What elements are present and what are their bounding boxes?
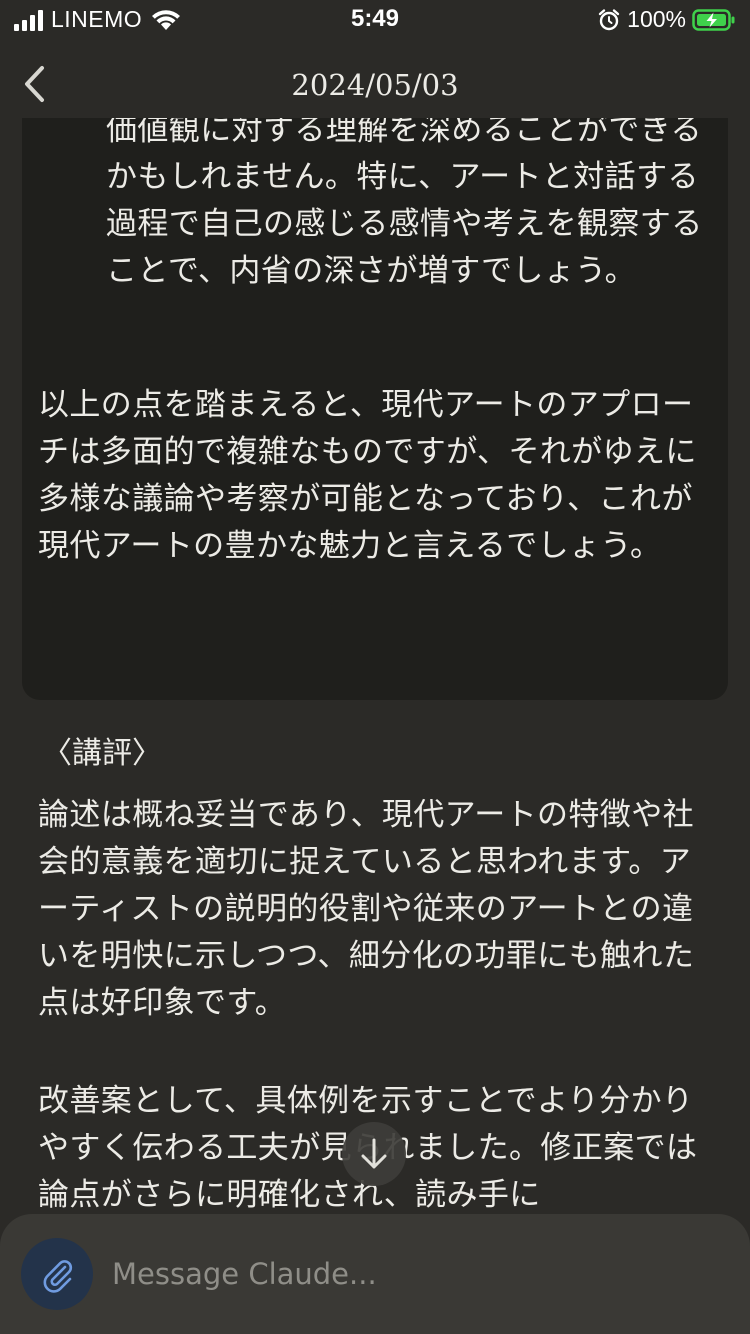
message-list[interactable]: この分析を通じて、あなたが自己の認知や価値観に対する理解を深めることができるかも… — [0, 118, 750, 1218]
arrow-down-icon — [361, 1138, 387, 1169]
review-heading: 〈講評〉 — [42, 736, 162, 771]
conversation-header: 2024/05/03 — [0, 52, 750, 118]
chat-screen: LINEMO 5:49 100% 2024/05/03 価値観に対する理解を深め… — [0, 0, 750, 1334]
review-paragraph: 論述は概ね妥当であり、現代アートの特徴や社会的意義を適切に捉えていると思われます… — [38, 797, 695, 1021]
status-bar: LINEMO 5:49 100% — [0, 0, 750, 40]
conversation-title: 2024/05/03 — [291, 68, 459, 102]
scroll-to-bottom-button[interactable] — [342, 1122, 406, 1186]
message-input[interactable] — [112, 1244, 712, 1304]
alarm-icon — [598, 8, 620, 30]
paperclip-icon — [43, 1260, 73, 1293]
attach-button[interactable] — [21, 1238, 93, 1310]
bullet-item: この分析を通じて、あなたが自己の認知や価値観に対する理解を深めることができるかも… — [106, 118, 703, 289]
battery-charging-icon — [692, 8, 735, 31]
message-composer — [0, 1214, 750, 1334]
assistant-message: この分析を通じて、あなたが自己の認知や価値観に対する理解を深めることができるかも… — [22, 118, 728, 700]
battery-percentage: 100% — [627, 6, 686, 32]
summary-paragraph: 以上の点を踏まえると、現代アートのアプローチは多面的で複雑なものですが、それがゆ… — [38, 387, 697, 564]
status-right: 100% — [597, 6, 736, 33]
